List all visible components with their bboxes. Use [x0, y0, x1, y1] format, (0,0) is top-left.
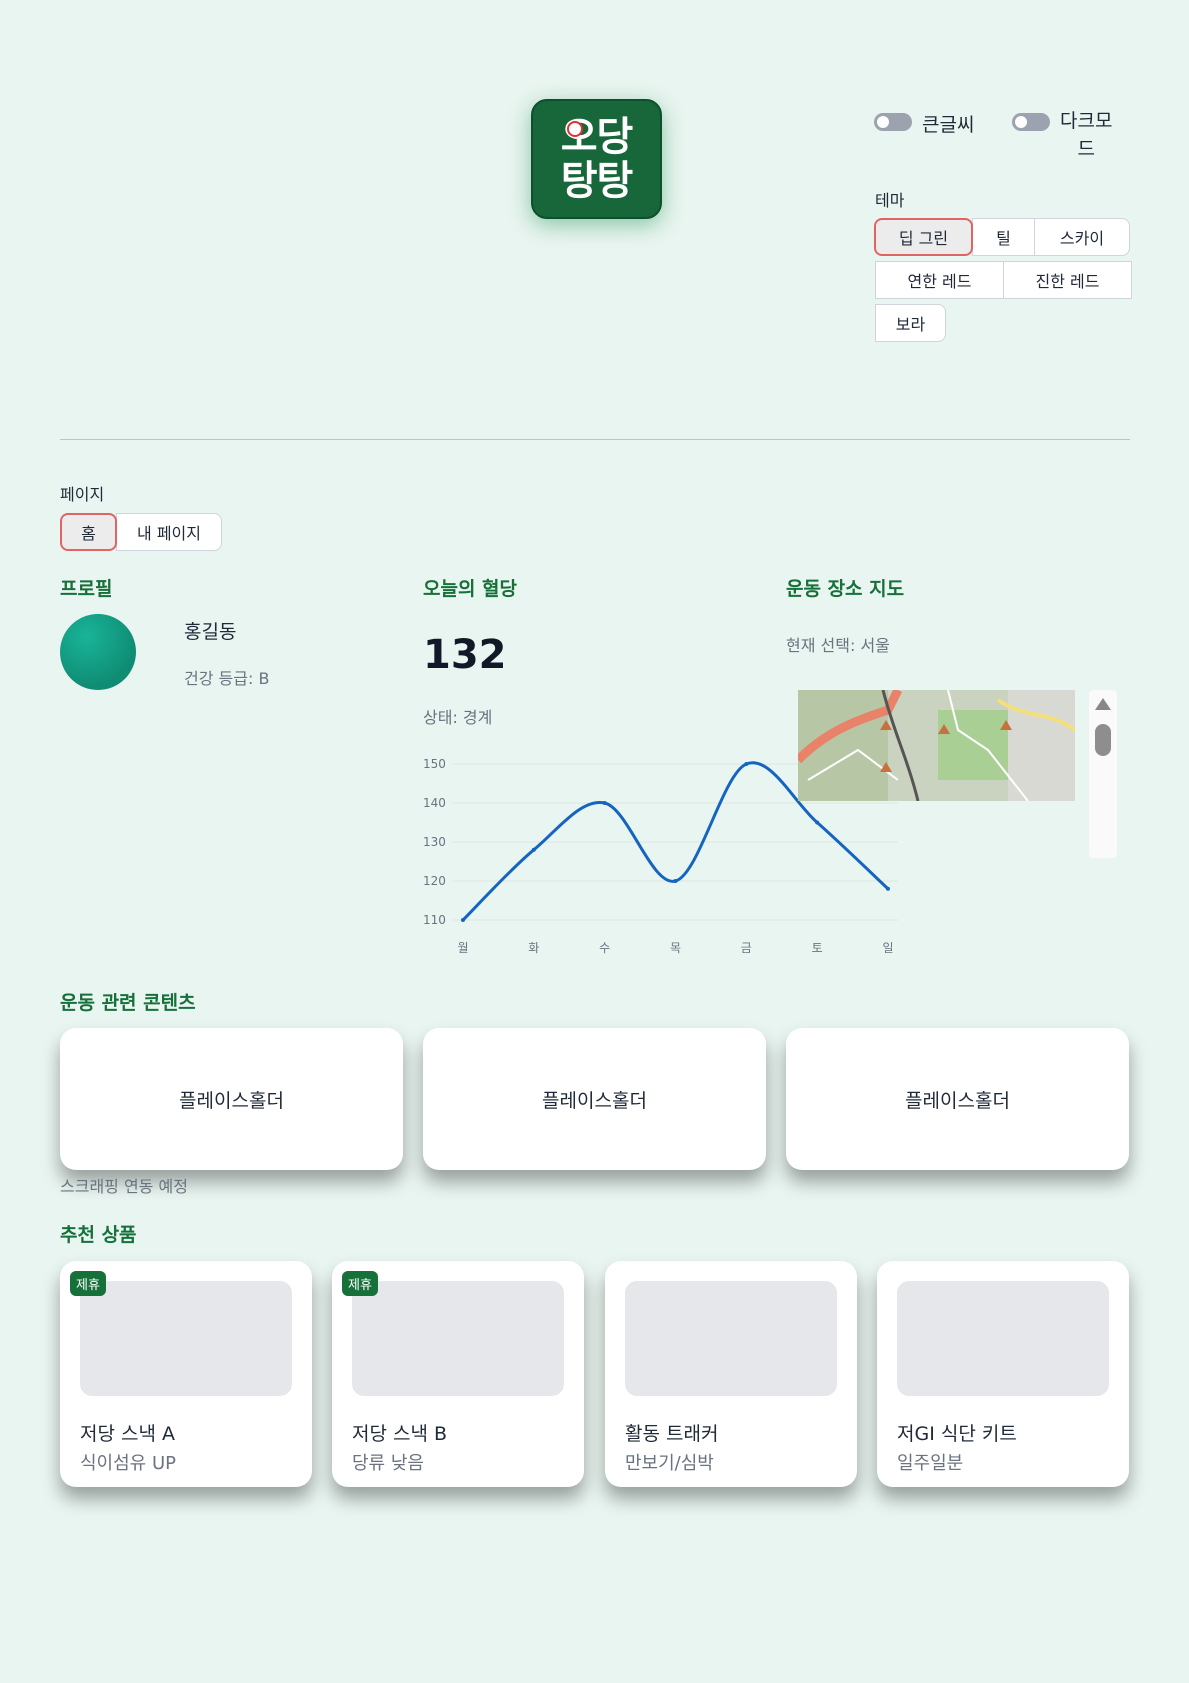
product-name: 저당 스낵 B — [352, 1423, 448, 1445]
y-tick-label: 120 — [423, 874, 446, 888]
glucose-data-point — [744, 762, 749, 766]
content-title: 운동 관련 콘텐츠 — [60, 992, 196, 1014]
theme-selector-row-2: 연한 레드 진한 레드 — [875, 261, 1132, 299]
y-tick-label: 150 — [423, 757, 446, 771]
x-tick-label: 일 — [882, 941, 893, 955]
app-logo: 오당 탕탕 — [531, 99, 662, 219]
product-name: 저당 스낵 A — [80, 1423, 175, 1445]
tab-my-page[interactable]: 내 페이지 — [116, 513, 222, 551]
dark-mode-label: 다크모 — [1060, 110, 1113, 132]
exercise-map[interactable] — [798, 690, 1075, 801]
dark-mode-label-wrap: 드 — [1077, 138, 1095, 160]
scroll-up-icon[interactable] — [1095, 698, 1111, 710]
product-card[interactable]: 제휴 저당 스낵 A 식이섬유 UP — [60, 1261, 312, 1487]
tab-home[interactable]: 홈 — [60, 513, 117, 551]
content-card[interactable]: 플레이스홀더 — [60, 1028, 403, 1170]
product-image — [897, 1281, 1109, 1396]
scroll-thumb[interactable] — [1095, 724, 1111, 756]
map-selection: 현재 선택: 서울 — [786, 636, 890, 655]
map-title: 운동 장소 지도 — [786, 578, 905, 600]
glucose-data-point — [531, 847, 536, 852]
dark-mode-toggle[interactable]: 다크모 드 — [1012, 110, 1112, 163]
x-tick-label: 수 — [599, 941, 610, 955]
product-name: 저GI 식단 키트 — [897, 1423, 1017, 1445]
partner-badge: 제휴 — [70, 1271, 106, 1296]
product-image — [80, 1281, 292, 1396]
glucose-data-point — [815, 820, 820, 825]
theme-selector-row-3: 보라 — [875, 304, 946, 342]
divider — [60, 439, 1130, 440]
avatar — [60, 614, 136, 690]
product-desc: 일주일분 — [897, 1453, 964, 1474]
x-tick-label: 월 — [457, 941, 468, 955]
theme-selector-row-1: 딥 그린 틸 스카이 — [874, 218, 1130, 256]
theme-label: 테마 — [875, 191, 905, 210]
logo-line-2: 탕탕 — [560, 158, 634, 204]
blood-drop-icon — [567, 121, 583, 137]
product-card[interactable]: 저GI 식단 키트 일주일분 — [877, 1261, 1129, 1487]
content-card[interactable]: 플레이스홀더 — [786, 1028, 1129, 1170]
product-desc: 식이섬유 UP — [80, 1453, 176, 1474]
theme-option-purple[interactable]: 보라 — [875, 304, 946, 342]
y-tick-label: 140 — [423, 796, 446, 810]
large-text-label: 큰글씨 — [922, 114, 975, 136]
product-card[interactable]: 제휴 저당 스낵 B 당류 낮음 — [332, 1261, 584, 1487]
theme-option-dark-red[interactable]: 진한 레드 — [1003, 261, 1132, 299]
theme-option-light-red[interactable]: 연한 레드 — [875, 261, 1004, 299]
content-card[interactable]: 플레이스홀더 — [423, 1028, 766, 1170]
theme-option-sky[interactable]: 스카이 — [1034, 218, 1130, 256]
partner-badge: 제휴 — [342, 1271, 378, 1296]
product-image — [352, 1281, 564, 1396]
x-tick-label: 화 — [528, 941, 539, 955]
toggle-switch-icon[interactable] — [874, 113, 912, 131]
theme-option-teal[interactable]: 틸 — [972, 218, 1035, 256]
large-text-toggle[interactable]: 큰글씨 — [874, 110, 974, 137]
glucose-status: 상태: 경계 — [423, 708, 493, 727]
profile-title: 프로필 — [60, 578, 113, 600]
x-tick-label: 목 — [670, 941, 681, 955]
y-tick-label: 110 — [423, 913, 446, 927]
product-card[interactable]: 활동 트래커 만보기/심박 — [605, 1261, 857, 1487]
glucose-title: 오늘의 혈당 — [423, 578, 518, 600]
x-tick-label: 토 — [812, 941, 823, 955]
product-desc: 당류 낮음 — [352, 1453, 424, 1474]
product-image — [625, 1281, 837, 1396]
glucose-data-point — [673, 879, 678, 883]
glucose-value: 132 — [423, 632, 507, 678]
content-note: 스크래핑 연동 예정 — [60, 1177, 188, 1196]
y-tick-label: 130 — [423, 835, 446, 849]
glucose-data-point — [461, 918, 465, 922]
page-tabs: 홈 내 페이지 — [60, 513, 222, 551]
products-title: 추천 상품 — [60, 1224, 137, 1246]
glucose-data-point — [886, 886, 890, 891]
theme-option-deep-green[interactable]: 딥 그린 — [874, 218, 973, 256]
toggle-switch-icon[interactable] — [1012, 113, 1050, 131]
x-tick-label: 금 — [741, 941, 752, 955]
glucose-data-point — [602, 801, 607, 805]
map-scrollbar[interactable] — [1089, 690, 1117, 858]
product-name: 활동 트래커 — [625, 1423, 719, 1445]
profile-name: 홍길동 — [184, 621, 237, 643]
page-nav-label: 페이지 — [60, 485, 105, 504]
health-grade: 건강 등급: B — [184, 669, 270, 688]
map-tiles — [798, 690, 1075, 801]
product-desc: 만보기/심박 — [625, 1453, 714, 1474]
